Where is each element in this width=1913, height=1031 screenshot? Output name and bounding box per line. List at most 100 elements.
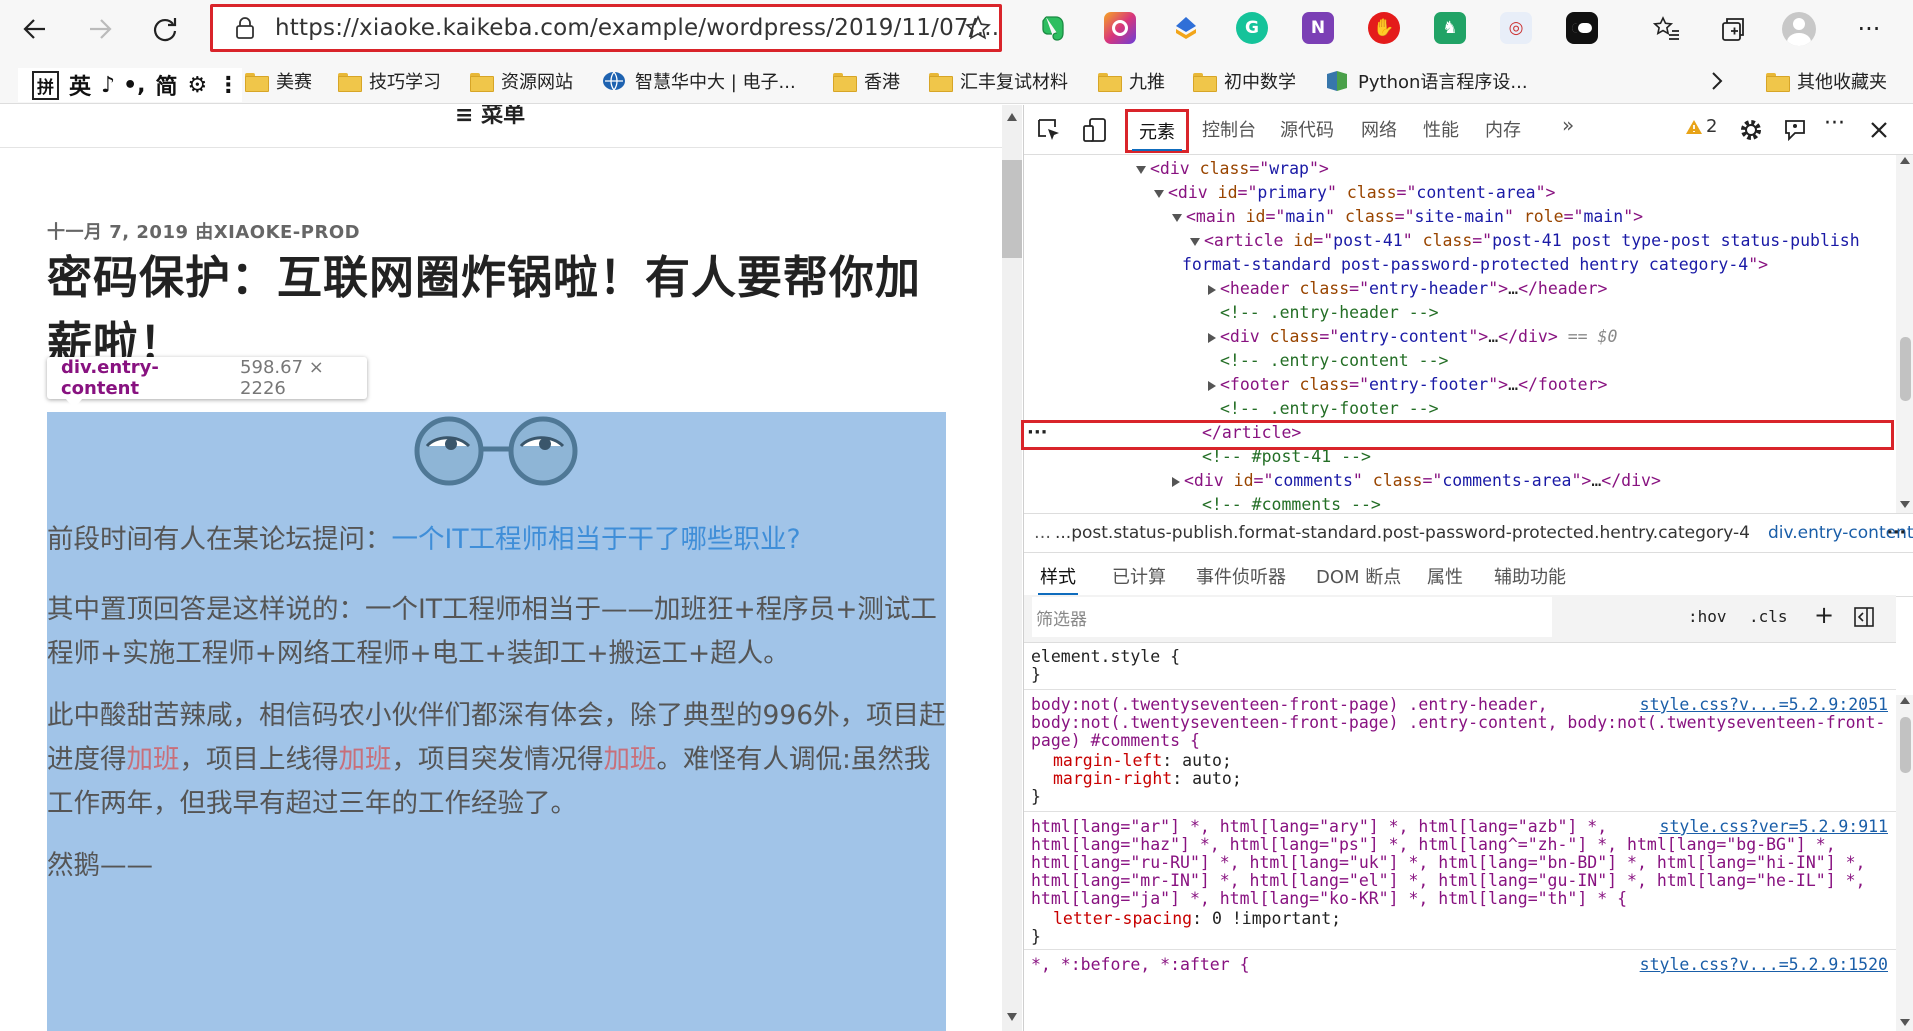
new-rule-plus-icon[interactable]: + [1814,601,1834,629]
toggle-sidebar-icon[interactable] [1854,607,1874,627]
more-menu-icon[interactable]: ··· [1849,9,1889,49]
page-scroll-thumb[interactable] [1002,160,1022,258]
dom-node-row[interactable]: <div class="wrap"> [1136,157,1329,181]
dom-node-row[interactable]: <!-- #comments --> [1190,493,1381,513]
dom-scroll-thumb[interactable] [1900,337,1911,401]
rule-source-link[interactable]: style.css?ver=5.2.9:911 [1660,817,1888,837]
collapse-triangle-icon[interactable] [1208,284,1216,295]
bookmark-item[interactable]: Python语言程序设... [1325,67,1528,95]
subtab-properties[interactable]: 属性 [1427,563,1463,589]
onenote-icon[interactable]: N [1302,12,1334,44]
rule-source-link[interactable]: style.css?v...=5.2.9:1520 [1640,955,1888,975]
crumbs-overflow-icon[interactable]: … [1034,523,1051,543]
ime-pinyin[interactable]: 拼 [32,70,59,100]
dom-node-row[interactable]: <!-- .entry-content --> [1208,349,1448,373]
subtab-event-listeners[interactable]: 事件侦听器 [1196,563,1286,589]
dom-node-row[interactable]: <!-- .entry-header --> [1208,301,1439,325]
crumbs-more-icon[interactable]: ··· [1887,523,1906,543]
node-actions-icon[interactable]: ··· [1027,422,1048,443]
filter-input[interactable]: 筛选器 [1032,597,1552,637]
expand-triangle-icon[interactable] [1190,237,1200,246]
other-favorites[interactable]: 其他收藏夹 [1766,67,1887,95]
device-toolbar-icon[interactable] [1082,117,1108,143]
feedback-icon[interactable] [1782,117,1808,143]
ime-simplified[interactable]: 简 [155,69,177,101]
address-bar[interactable]: https://xiaoke.kaikeba.com/example/wordp… [210,4,1002,52]
element-style-open[interactable]: element.style { [1031,647,1180,667]
subtab-styles[interactable]: 样式 [1040,563,1076,589]
expand-triangle-icon[interactable] [1136,165,1146,174]
back-button[interactable] [15,9,55,49]
hov-toggle[interactable]: :hov [1688,607,1727,626]
tab-performance[interactable]: 性能 [1423,116,1459,142]
subtab-accessibility[interactable]: 辅助功能 [1494,563,1566,589]
collapse-triangle-icon[interactable] [1208,332,1216,343]
css-property[interactable]: letter-spacing: 0 !important; [1053,909,1341,929]
ime-punct-icon[interactable]: •, [123,73,145,98]
css-property[interactable]: margin-left: auto; [1053,751,1232,771]
dom-node-row[interactable]: <div id="primary" class="content-area"> [1154,181,1555,205]
share-icon[interactable] [1170,12,1202,44]
ext-green-icon[interactable]: ♞ [1434,12,1466,44]
dom-node-row[interactable]: <footer class="entry-footer">…</footer> [1208,373,1607,397]
scroll-down-icon[interactable] [1007,1013,1017,1021]
favorites-button[interactable] [1647,9,1687,49]
collapse-triangle-icon[interactable] [1172,476,1180,487]
expand-triangle-icon[interactable] [1154,189,1164,198]
dom-node-row[interactable]: <div id="comments" class="comments-area"… [1172,469,1661,493]
ext-mask-icon[interactable] [1566,12,1598,44]
bookmark-item[interactable]: 资源网站 [470,67,573,95]
devtools-more-icon[interactable]: ··· [1824,111,1845,136]
property-name[interactable]: letter-spacing [1053,909,1192,928]
bookmarks-overflow-chevron-icon[interactable] [1710,67,1724,95]
dom-node-row[interactable]: <main id="main" class="site-main" role="… [1172,205,1643,229]
screenshot-icon[interactable] [1104,12,1136,44]
bookmark-item[interactable]: 汇丰复试材料 [929,67,1068,95]
bookmark-item[interactable]: 技巧学习 [338,67,441,95]
ime-english[interactable]: 英 [69,69,91,101]
collections-button[interactable] [1713,9,1753,49]
tab-elements[interactable]: 元素 [1125,109,1189,153]
tab-memory[interactable]: 内存 [1485,116,1521,142]
property-value[interactable]: auto; [1192,769,1242,788]
favorite-star-icon[interactable] [965,15,991,41]
property-value[interactable]: auto; [1182,751,1232,770]
scroll-down-icon[interactable] [1900,501,1910,508]
dom-node-row[interactable]: format-standard post-password-protected … [1182,253,1768,277]
breadcrumb-item[interactable]: ...post.status-publish.format-standard.p… [1055,523,1750,543]
more-tabs-chevron-icon[interactable]: » [1562,113,1574,137]
subtab-dom-breakpoints[interactable]: DOM 断点 [1316,563,1401,589]
refresh-button[interactable] [145,9,185,49]
scroll-up-icon[interactable] [1900,697,1910,704]
expand-triangle-icon[interactable] [1172,213,1182,222]
dom-node-row[interactable]: <header class="entry-header">…</header> [1208,277,1607,301]
bookmark-item[interactable]: 九推 [1098,67,1165,95]
inspect-element-icon[interactable] [1036,117,1062,143]
dom-node-row[interactable]: <!-- .entry-footer --> [1208,397,1439,421]
ime-toolbar[interactable]: 拼 英 ♪ •, 简 ⚙ ⋮ [18,68,242,102]
tab-network[interactable]: 网络 [1361,116,1397,142]
dom-node-row[interactable]: <div class="entry-content">…</div> == $0 [1208,325,1617,349]
property-name[interactable]: margin-left [1053,751,1162,770]
tab-sources[interactable]: 源代码 [1280,116,1334,142]
forward-button[interactable] [80,9,120,49]
ime-more-icon[interactable]: ⋮ [217,73,239,98]
property-value[interactable]: 0 !important; [1212,909,1341,928]
bookmark-item[interactable]: 香港 [833,67,900,95]
close-icon[interactable] [1870,121,1888,139]
scroll-down-icon[interactable] [1900,1019,1910,1026]
dom-scrollbar[interactable] [1896,155,1913,513]
grammarly-icon[interactable]: G [1236,12,1268,44]
settings-gear-icon[interactable] [1739,118,1763,142]
bookmark-item[interactable]: 初中数学 [1193,67,1296,95]
subtab-computed[interactable]: 已计算 [1112,563,1166,589]
bookmark-item[interactable]: 智慧华中大 | 电子... [602,67,796,95]
styles-scroll-thumb[interactable] [1900,717,1911,773]
scroll-up-icon[interactable] [1900,157,1910,164]
tab-console[interactable]: 控制台 [1202,116,1256,142]
menu-toggle[interactable]: ≡ 菜单 [455,105,525,129]
profile-button[interactable] [1779,9,1819,49]
question-link[interactable]: 一个IT工程师相当于干了哪些职业? [392,524,801,555]
cls-toggle[interactable]: .cls [1749,607,1788,626]
ime-settings-icon[interactable]: ⚙ [188,73,208,98]
